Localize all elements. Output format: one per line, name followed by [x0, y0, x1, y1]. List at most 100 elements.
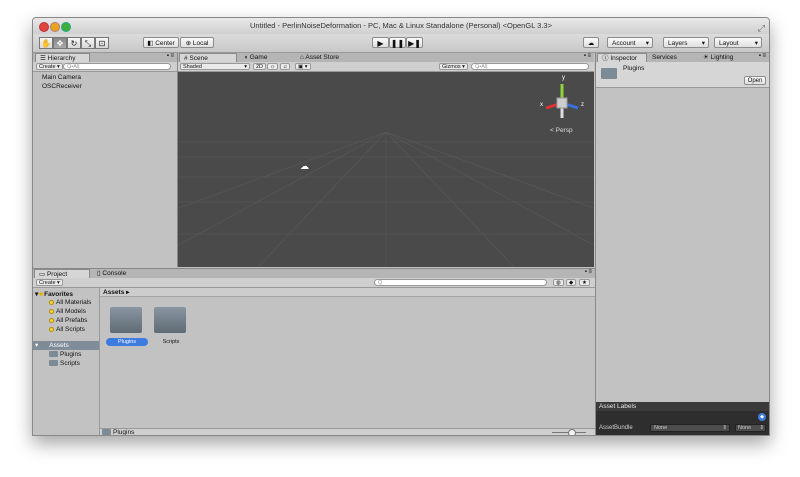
panel-menu-icon[interactable]: ▪ ≡ — [584, 53, 591, 59]
chevron-right-icon: ▸ — [126, 289, 130, 296]
axis-z-label: z — [581, 102, 584, 108]
orientation-gizmo[interactable] — [537, 78, 587, 128]
chevron-down-icon: ▾ — [701, 40, 705, 47]
pivot-local-button[interactable]: ⊕ Local — [180, 37, 214, 48]
unity-window: Untitled - PerlinNoiseDeformation - PC, … — [32, 17, 770, 436]
pause-button[interactable]: ❚❚ — [389, 37, 406, 48]
asset-labels-header: Asset Labels — [596, 402, 769, 411]
favorite-item[interactable]: All Scripts — [49, 326, 85, 333]
create-dropdown[interactable]: Create ▾ — [36, 279, 63, 286]
tab-scene[interactable]: # Scene — [179, 53, 237, 62]
asset-variant-dropdown[interactable]: None ⇕ — [735, 424, 766, 432]
step-button[interactable]: ▶❚ — [406, 37, 423, 48]
search-icon — [49, 317, 54, 323]
layers-dropdown[interactable]: Layers ▾ — [663, 37, 709, 48]
cloud-button[interactable]: ☁ — [583, 37, 599, 48]
project-panel: ▭ Project ▯ Console ▪ ≡ Create ▾ Q ◍ ◆ ★… — [33, 268, 595, 435]
lightbulb-icon: ☀ — [703, 54, 711, 61]
play-button[interactable]: ▶ — [372, 37, 389, 48]
asset-labels-area: ◆ AssetBundle None ⇕ None ⇕ — [596, 411, 769, 435]
folder-icon — [49, 360, 58, 367]
asset-bundle-label: AssetBundle — [599, 425, 633, 431]
status-path: Plugins — [113, 429, 135, 436]
panel-menu-icon[interactable]: ▪ ≡ — [759, 53, 766, 59]
list-item[interactable]: OSCReceiver — [42, 83, 82, 90]
scene-grid — [178, 131, 594, 267]
audio-toggle-icon[interactable]: ♫ — [280, 63, 291, 70]
hierarchy-panel: ☰ Hierarchy ▪ ≡ Create ▾ Q•All Main Came… — [33, 53, 178, 267]
project-search-input[interactable]: Q — [374, 279, 547, 286]
panel-menu-icon[interactable]: ▪ ≡ — [167, 53, 174, 59]
scale-tool-icon[interactable]: ⤡ — [81, 37, 95, 49]
lighting-toggle-icon[interactable]: ☼ — [267, 63, 279, 70]
zoom-slider-thumb[interactable] — [568, 429, 576, 435]
breadcrumb: Assets ▸ — [100, 288, 595, 297]
favorites-item[interactable]: ▾★Favorites — [35, 290, 73, 298]
search-icon — [49, 326, 54, 332]
tab-lighting[interactable]: ☀ Lighting — [699, 53, 745, 62]
effects-dropdown[interactable]: ▣ ▾ — [295, 63, 311, 70]
hierarchy-search-input[interactable]: Q•All — [63, 63, 171, 70]
scene-viewport[interactable]: ☁ y x z < Persp — [178, 72, 594, 267]
mode-2d-button[interactable]: 2D — [253, 63, 267, 70]
rotate-tool-icon[interactable]: ↻ — [67, 37, 81, 49]
pivot-center-button[interactable]: ◧ Center — [143, 37, 179, 48]
maximize-window-button[interactable] — [61, 22, 71, 32]
scene-panel: # Scene ◖ Game ⌂ Asset Store ▪ ≡ Shaded ▾… — [178, 53, 594, 267]
favorite-item[interactable]: All Prefabs — [49, 317, 87, 324]
tab-game[interactable]: ◖ Game — [240, 53, 296, 62]
title-bar: Untitled - PerlinNoiseDeformation - PC, … — [33, 18, 769, 35]
layout-dropdown[interactable]: Layout ▾ — [714, 37, 762, 48]
folder-icon — [601, 68, 617, 79]
local-icon: ⊕ — [185, 40, 193, 47]
tab-project[interactable]: ▭ Project — [34, 269, 90, 278]
favorite-item[interactable]: All Materials — [49, 299, 91, 306]
filter-type-icon[interactable]: ◍ — [553, 279, 564, 286]
main-toolbar: ✋ ✥ ↻ ⤡ ⊡ ◧ Center ⊕ Local ▶ ❚❚ ▶❚ ☁ Acc… — [33, 34, 769, 53]
status-bar: Plugins — [100, 428, 595, 436]
list-item[interactable]: Main Camera — [42, 74, 81, 81]
folder-icon — [49, 351, 58, 358]
persp-toggle[interactable]: < Persp — [550, 127, 573, 134]
folder-label-selected[interactable]: Plugins — [106, 338, 148, 346]
folder-icon: ▭ — [39, 271, 47, 278]
search-icon — [49, 299, 54, 305]
move-tool-icon[interactable]: ✥ — [53, 37, 67, 49]
gizmos-dropdown[interactable]: Gizmos ▾ — [439, 63, 468, 70]
folder-icon — [102, 429, 111, 435]
tab-asset-store[interactable]: ⌂ Asset Store — [296, 53, 358, 62]
project-content: Assets ▸ Plugins Scripts Plugins — [100, 288, 595, 436]
folder-icon[interactable] — [110, 307, 142, 333]
asset-bundle-dropdown[interactable]: None ⇕ — [650, 424, 730, 432]
rect-tool-icon[interactable]: ⊡ — [95, 37, 109, 49]
breadcrumb-assets[interactable]: Assets — [103, 289, 124, 296]
tab-hierarchy[interactable]: ☰ Hierarchy — [35, 53, 90, 62]
label-tag-icon[interactable]: ◆ — [758, 413, 766, 421]
close-window-button[interactable] — [39, 22, 49, 32]
tab-services[interactable]: Services — [648, 53, 688, 62]
scene-search-input[interactable]: Q•All — [471, 63, 589, 70]
camera-gizmo-icon[interactable]: ☁ — [300, 161, 309, 172]
folder-tree-item[interactable]: Plugins — [49, 351, 81, 358]
account-dropdown[interactable]: Account ▾ — [607, 37, 653, 48]
filter-label-icon[interactable]: ◆ — [566, 279, 577, 286]
favorite-item[interactable]: All Models — [49, 308, 86, 315]
folder-tree-item[interactable]: Scripts — [49, 360, 80, 367]
tab-inspector[interactable]: ⓘ Inspector — [597, 53, 647, 62]
tab-console[interactable]: ▯ Console — [93, 269, 143, 278]
window-title: Untitled - PerlinNoiseDeformation - PC, … — [250, 21, 552, 30]
shading-dropdown[interactable]: Shaded ▾ — [180, 63, 250, 70]
create-dropdown[interactable]: Create ▾ — [36, 63, 63, 70]
inspector-panel: ⓘ Inspector Services ☀ Lighting ▪ ≡ Plug… — [595, 53, 769, 435]
assets-tree-item[interactable]: ▾ Assets — [33, 341, 99, 350]
list-icon: ☰ — [40, 55, 48, 62]
project-tree: ▾★Favorites All Materials All Models All… — [33, 288, 100, 435]
chevron-down-icon: ▾ — [645, 40, 649, 47]
folder-label[interactable]: Scripts — [150, 338, 192, 346]
hand-tool-icon[interactable]: ✋ — [39, 37, 53, 49]
open-button[interactable]: Open — [744, 76, 766, 85]
panel-menu-icon[interactable]: ▪ ≡ — [585, 269, 592, 275]
folder-icon[interactable] — [154, 307, 186, 333]
favorite-star-icon[interactable]: ★ — [579, 279, 590, 286]
minimize-window-button[interactable] — [50, 22, 60, 32]
